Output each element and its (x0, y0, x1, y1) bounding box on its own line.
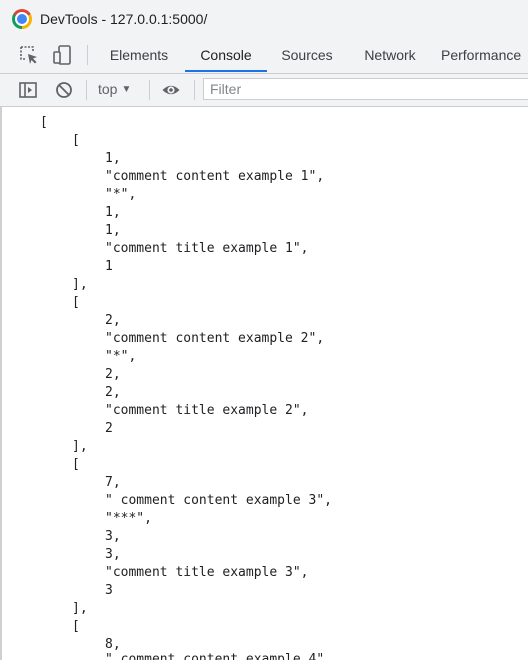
toolbar-divider (87, 45, 88, 65)
console-line: " comment content example 3", (105, 493, 332, 508)
window-title-bar: DevTools - 127.0.0.1:5000/ (0, 0, 528, 36)
console-line: "*", (105, 349, 137, 364)
console-line: "*", (105, 187, 137, 202)
clear-console-icon[interactable] (54, 80, 74, 100)
console-line: 1, (105, 205, 121, 220)
console-line: ], (72, 277, 88, 292)
console-line: [ (72, 619, 80, 634)
console-line: "comment title example 2", (105, 403, 309, 418)
console-line: 1, (105, 151, 121, 166)
console-line: "comment title example 3", (105, 565, 309, 580)
console-line: "comment content example 1", (105, 169, 325, 184)
toolbar-divider (86, 80, 87, 100)
console-line: 3, (105, 547, 121, 562)
console-line: [ (72, 133, 80, 148)
toolbar-divider (149, 80, 150, 100)
caret-down-icon: ▼ (121, 84, 132, 95)
inspect-element-icon[interactable] (18, 44, 40, 66)
console-output: [ [ 1, "comment content example 1", "*",… (0, 107, 528, 660)
console-line: "comment content example 2", (105, 331, 325, 346)
device-toolbar-icon[interactable] (51, 44, 73, 66)
eye-icon[interactable] (161, 80, 181, 100)
tab-performance[interactable]: Performance (441, 36, 528, 72)
console-line: [ (72, 457, 80, 472)
console-toolbar: top ▼ (0, 74, 528, 107)
console-line: 2, (105, 313, 121, 328)
console-line: "comment title example 1", (105, 241, 309, 256)
window-title: DevTools - 127.0.0.1:5000/ (40, 11, 208, 27)
console-line: 1, (105, 223, 121, 238)
console-line: ], (72, 601, 88, 616)
console-line: " comment content example 4" (105, 652, 325, 660)
chrome-logo-icon (12, 9, 32, 29)
filter-input[interactable] (203, 78, 528, 100)
console-line: 3, (105, 529, 121, 544)
console-line: 2, (105, 367, 121, 382)
console-line: "***", (105, 511, 152, 526)
toolbar-divider (194, 80, 195, 100)
devtools-tab-bar: Elements Console Sources Network Perform… (0, 36, 528, 74)
console-line: 7, (105, 475, 121, 490)
context-selector[interactable]: top ▼ (98, 81, 131, 97)
tab-elements[interactable]: Elements (102, 36, 176, 72)
console-line: 1 (105, 259, 113, 274)
context-label: top (98, 81, 118, 97)
show-console-sidebar-icon[interactable] (18, 80, 38, 100)
console-line: [ (72, 295, 80, 310)
tab-console[interactable]: Console (185, 36, 267, 72)
console-line: 2, (105, 385, 121, 400)
console-line: [ (40, 115, 48, 130)
tab-network[interactable]: Network (354, 36, 426, 72)
console-line: 3 (105, 583, 113, 598)
tab-sources[interactable]: Sources (274, 36, 340, 72)
console-line: 2 (105, 421, 113, 436)
console-line: ], (72, 439, 88, 454)
